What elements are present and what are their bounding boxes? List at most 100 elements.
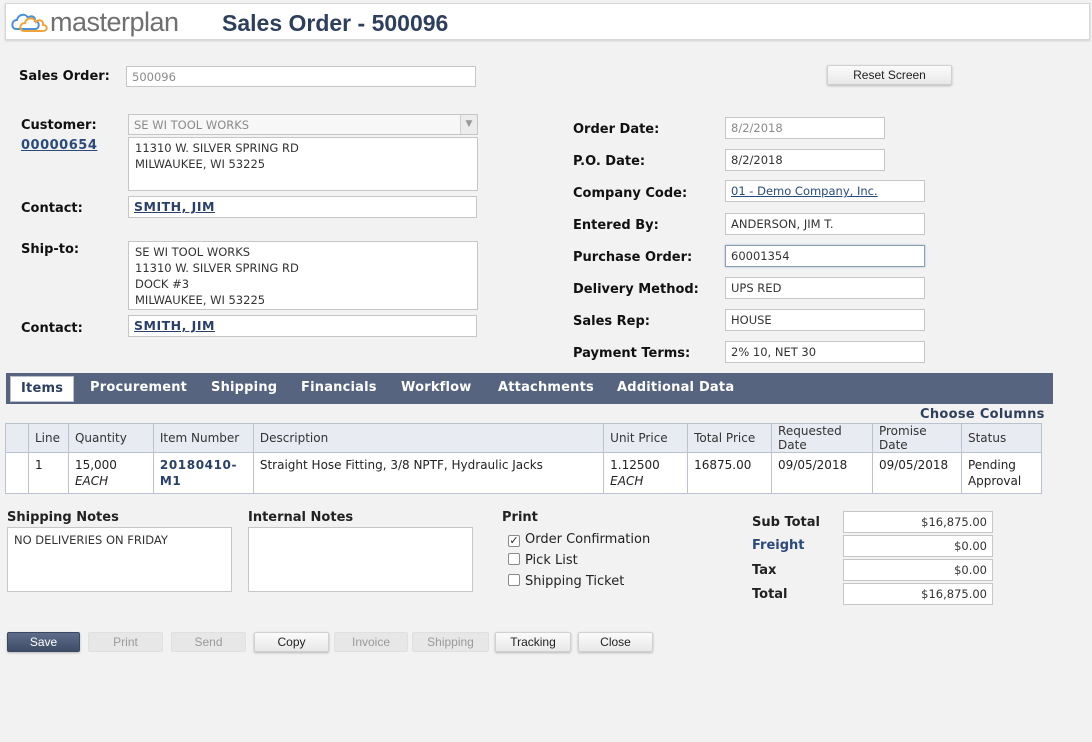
- company-code-link[interactable]: 01 - Demo Company, Inc.: [725, 180, 925, 202]
- print-pick-list-option[interactable]: Pick List: [508, 553, 578, 568]
- purchase-order-field[interactable]: 60001354: [725, 245, 925, 267]
- ship-to-address-field[interactable]: SE WI TOOL WORKS 11310 W. SILVER SPRING …: [128, 241, 478, 310]
- send-button[interactable]: Send: [171, 632, 246, 652]
- delivery-method-label: Delivery Method:: [573, 282, 699, 297]
- customer-select-value: SE WI TOOL WORKS: [134, 118, 250, 132]
- tab-financials[interactable]: Financials: [301, 373, 377, 404]
- shipping-notes-textarea[interactable]: NO DELIVERIES ON FRIDAY: [7, 527, 232, 592]
- column-header-line[interactable]: Line: [27, 423, 69, 453]
- items-table: Line Quantity Item Number Description Un…: [5, 423, 1043, 494]
- freight-field[interactable]: $0.00: [843, 535, 993, 557]
- po-date-label: P.O. Date:: [573, 154, 646, 169]
- reset-screen-button[interactable]: Reset Screen: [827, 65, 952, 85]
- item-number-link[interactable]: 20180410-: [160, 457, 247, 473]
- order-date-field[interactable]: 8/2/2018: [725, 117, 885, 139]
- page-title: Sales Order - 500096: [222, 10, 449, 36]
- column-header-total-price[interactable]: Total Price: [687, 423, 773, 453]
- column-header-status[interactable]: Status: [960, 423, 1043, 453]
- description-cell: Straight Hose Fitting, 3/8 NPTF, Hydraul…: [252, 452, 605, 494]
- sales-order-field[interactable]: 500096: [126, 66, 476, 87]
- order-date-label: Order Date:: [573, 122, 660, 137]
- total-price-cell: 16875.00: [687, 452, 773, 494]
- ship-to-label: Ship-to:: [21, 242, 80, 257]
- subtotal-field: $16,875.00: [843, 511, 993, 533]
- ship-to-contact-label: Contact:: [21, 321, 83, 336]
- masterplan-logo[interactable]: masterplan: [10, 5, 200, 39]
- payment-terms-field[interactable]: 2% 10, NET 30: [725, 341, 925, 363]
- tax-field: $0.00: [843, 559, 993, 581]
- print-title: Print: [502, 510, 538, 525]
- select-column-header: [5, 423, 29, 453]
- promise-date-cell: 09/05/2018: [871, 452, 962, 494]
- internal-notes-title: Internal Notes: [248, 510, 354, 525]
- entered-by-label: Entered By:: [573, 218, 659, 233]
- column-header-promise-date[interactable]: Promise Date: [871, 423, 962, 453]
- table-row[interactable]: 1 15,000 EACH 20180410- M1 Straight Hose…: [5, 452, 1043, 494]
- contact-label: Contact:: [21, 201, 83, 216]
- table-header-row: Line Quantity Item Number Description Un…: [5, 423, 1043, 453]
- quantity-value: 15,000: [74, 458, 117, 472]
- customer-label: Customer:: [21, 118, 97, 133]
- total-label: Total: [752, 587, 788, 602]
- shipping-button[interactable]: Shipping: [412, 632, 489, 652]
- item-number-cell[interactable]: 20180410- M1: [152, 452, 254, 494]
- quantity-cell: 15,000 EACH: [67, 452, 154, 494]
- tab-attachments[interactable]: Attachments: [498, 373, 594, 404]
- tab-procurement[interactable]: Procurement: [90, 373, 187, 404]
- tab-bar: Items Procurement Shipping Financials Wo…: [6, 373, 1053, 404]
- choose-columns-link[interactable]: Choose Columns: [920, 407, 1045, 422]
- tab-shipping[interactable]: Shipping: [211, 373, 277, 404]
- tab-items[interactable]: Items: [10, 376, 75, 402]
- print-option-label: Shipping Ticket: [525, 574, 625, 589]
- ship-to-contact-link[interactable]: SMITH, JIM: [128, 315, 477, 337]
- sales-rep-field[interactable]: HOUSE: [725, 309, 925, 331]
- item-number-link-continued[interactable]: M1: [160, 473, 247, 489]
- close-button[interactable]: Close: [578, 632, 653, 652]
- subtotal-label: Sub Total: [752, 515, 820, 530]
- unit-price-value: 1.12500: [610, 458, 660, 472]
- column-header-description[interactable]: Description: [252, 423, 605, 453]
- print-button[interactable]: Print: [88, 632, 163, 652]
- freight-link[interactable]: Freight: [752, 538, 805, 553]
- delivery-method-field[interactable]: UPS RED: [725, 277, 925, 299]
- payment-terms-label: Payment Terms:: [573, 346, 691, 361]
- shipping-notes-title: Shipping Notes: [7, 510, 119, 525]
- ship-to-address-line: DOCK #3: [135, 277, 190, 291]
- customer-select[interactable]: SE WI TOOL WORKS ▼: [128, 114, 478, 135]
- chevron-down-icon[interactable]: ▼: [460, 115, 477, 134]
- line-cell: 1: [27, 452, 69, 494]
- tab-additional-data[interactable]: Additional Data: [617, 373, 734, 404]
- checkbox-icon[interactable]: [508, 553, 520, 565]
- customer-address-line: MILWAUKEE, WI 53225: [135, 157, 266, 171]
- internal-notes-textarea[interactable]: [248, 527, 473, 592]
- status-text-continued: Approval: [967, 474, 1022, 488]
- print-order-confirmation-option[interactable]: ✓ Order Confirmation: [508, 532, 650, 547]
- print-shipping-ticket-option[interactable]: Shipping Ticket: [508, 574, 624, 589]
- column-header-item-number[interactable]: Item Number: [152, 423, 254, 453]
- checkbox-checked-icon[interactable]: ✓: [508, 535, 520, 547]
- ship-to-address-line: 11310 W. SILVER SPRING RD: [135, 261, 299, 275]
- ship-to-address-line: SE WI TOOL WORKS: [135, 245, 251, 259]
- purchase-order-label: Purchase Order:: [573, 250, 693, 265]
- tab-workflow[interactable]: Workflow: [401, 373, 472, 404]
- company-code-label: Company Code:: [573, 186, 688, 201]
- sales-rep-label: Sales Rep:: [573, 314, 651, 329]
- column-header-quantity[interactable]: Quantity: [67, 423, 154, 453]
- sales-order-label: Sales Order:: [19, 69, 110, 84]
- row-select-cell[interactable]: [5, 452, 29, 494]
- column-header-requested-date[interactable]: Requested Date: [771, 423, 873, 453]
- checkbox-icon[interactable]: [508, 574, 520, 586]
- customer-address-field[interactable]: 11310 W. SILVER SPRING RD MILWAUKEE, WI …: [128, 137, 478, 191]
- customer-number-link[interactable]: 00000654: [21, 138, 97, 153]
- print-option-label: Pick List: [525, 553, 578, 568]
- tax-label: Tax: [752, 563, 777, 578]
- customer-contact-link[interactable]: SMITH, JIM: [128, 196, 477, 218]
- po-date-field[interactable]: 8/2/2018: [725, 149, 885, 171]
- tracking-button[interactable]: Tracking: [495, 632, 571, 652]
- invoice-button[interactable]: Invoice: [334, 632, 408, 652]
- save-button[interactable]: Save: [7, 632, 80, 652]
- price-unit: EACH: [610, 474, 644, 488]
- copy-button[interactable]: Copy: [254, 632, 329, 652]
- entered-by-field[interactable]: ANDERSON, JIM T.: [725, 213, 925, 235]
- column-header-unit-price[interactable]: Unit Price: [603, 423, 689, 453]
